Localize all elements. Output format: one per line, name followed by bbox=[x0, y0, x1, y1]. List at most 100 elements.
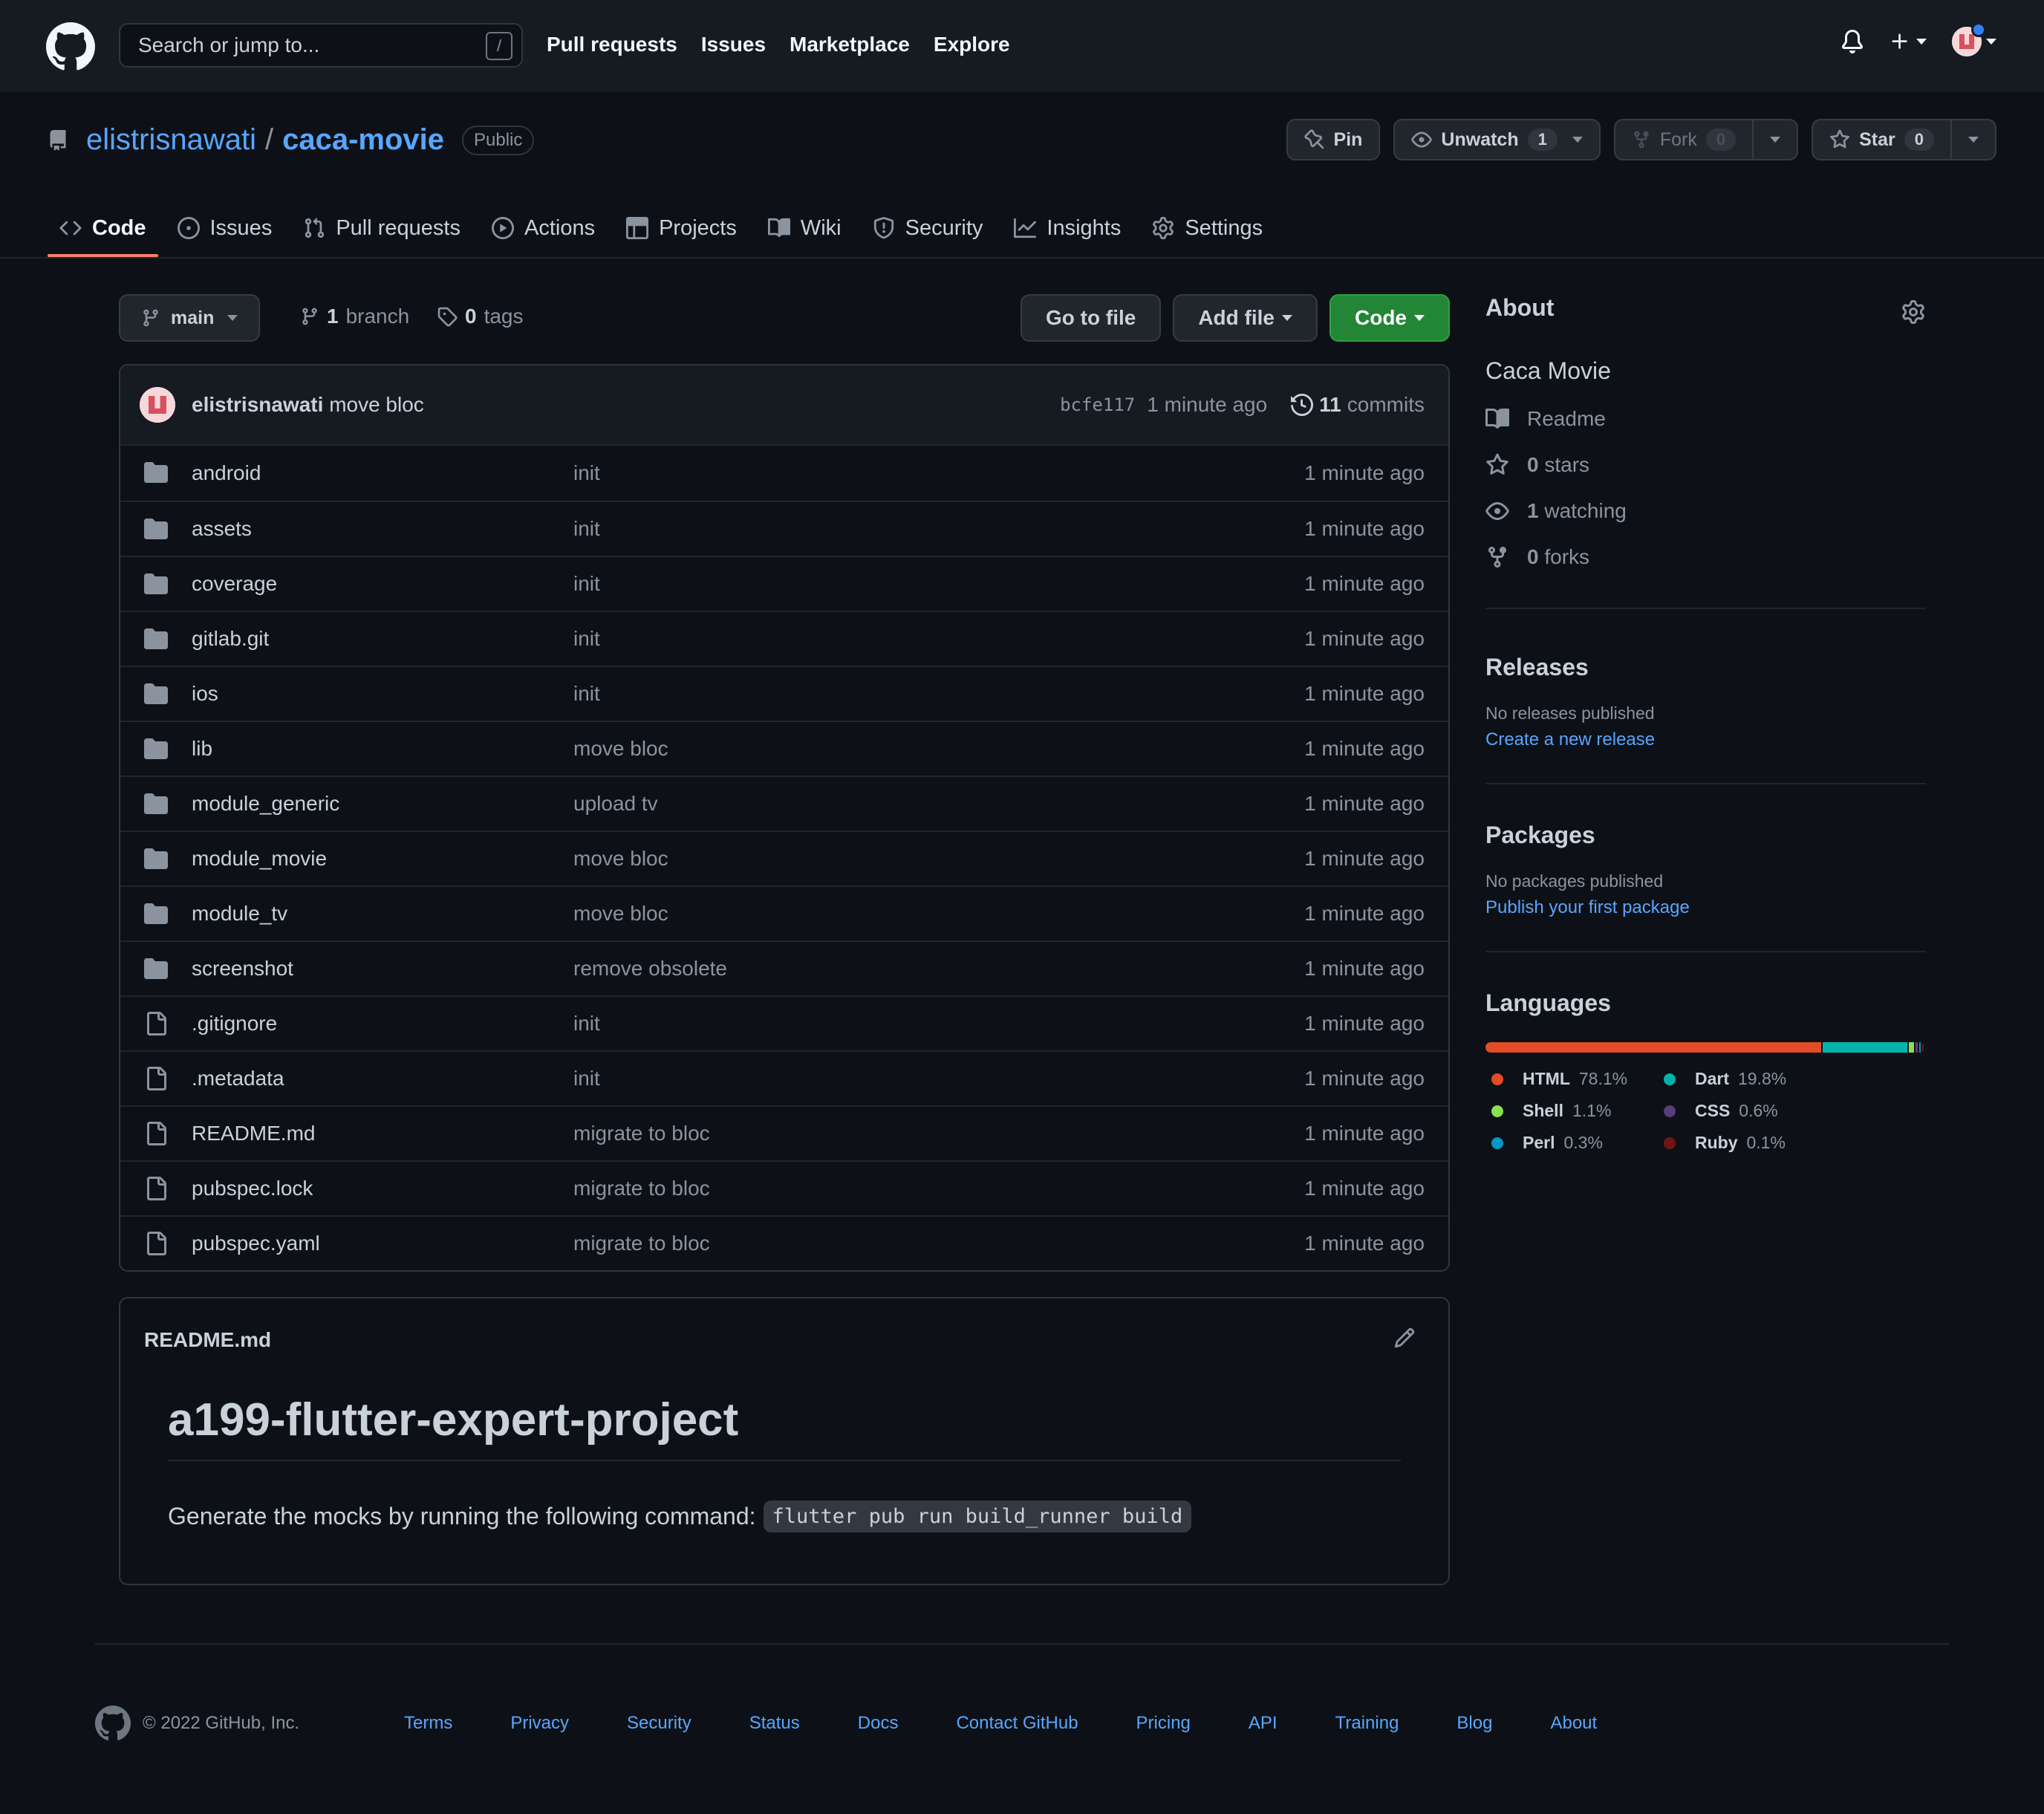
star-button[interactable]: Star 0 bbox=[1813, 120, 1950, 159]
footer-link[interactable]: Blog bbox=[1456, 1713, 1492, 1734]
tags-link[interactable]: 0 tags bbox=[437, 305, 524, 328]
footer-link[interactable]: Training bbox=[1335, 1713, 1399, 1734]
file-commit-message[interactable]: move bloc bbox=[573, 902, 668, 926]
nav-explore[interactable]: Explore bbox=[934, 33, 1010, 56]
file-commit-message[interactable]: init bbox=[573, 572, 600, 596]
language-item[interactable]: Ruby 0.1% bbox=[1658, 1133, 1881, 1153]
tab-projects[interactable]: Projects bbox=[614, 199, 749, 257]
file-commit-message[interactable]: init bbox=[573, 682, 600, 706]
file-commit-message[interactable]: init bbox=[573, 517, 600, 541]
file-name[interactable]: module_generic bbox=[192, 792, 339, 816]
file-name[interactable]: pubspec.yaml bbox=[192, 1232, 320, 1255]
file-name[interactable]: ios bbox=[192, 682, 218, 706]
notifications-bell-icon[interactable] bbox=[1840, 29, 1864, 54]
file-name[interactable]: .metadata bbox=[192, 1067, 284, 1090]
tab-security[interactable]: Security bbox=[861, 199, 995, 257]
file-commit-message[interactable]: init bbox=[573, 461, 600, 485]
user-menu[interactable] bbox=[1952, 22, 1996, 56]
file-row[interactable]: screenshot remove obsolete 1 minute ago bbox=[120, 940, 1448, 995]
code-button[interactable]: Code bbox=[1329, 294, 1450, 342]
footer-link[interactable]: Privacy bbox=[510, 1713, 569, 1734]
commits-link[interactable]: 11 commits bbox=[1291, 393, 1425, 417]
create-release-link[interactable]: Create a new release bbox=[1485, 729, 1925, 750]
forks-link[interactable]: 0 forks bbox=[1485, 545, 1925, 569]
language-item[interactable]: Perl 0.3% bbox=[1485, 1133, 1658, 1153]
file-commit-message[interactable]: remove obsolete bbox=[573, 957, 727, 981]
tab-pull-requests[interactable]: Pull requests bbox=[291, 199, 472, 257]
github-mark-icon[interactable] bbox=[95, 1706, 131, 1741]
tab-settings[interactable]: Settings bbox=[1140, 199, 1275, 257]
star-dropdown[interactable] bbox=[1952, 120, 1995, 159]
tab-insights[interactable]: Insights bbox=[1002, 199, 1133, 257]
file-commit-message[interactable]: migrate to bloc bbox=[573, 1232, 710, 1255]
add-file-button[interactable]: Add file bbox=[1173, 294, 1318, 342]
file-name[interactable]: .gitignore bbox=[192, 1012, 277, 1036]
avatar[interactable] bbox=[140, 387, 175, 423]
tab-issues[interactable]: Issues bbox=[166, 199, 284, 257]
file-row[interactable]: assets init 1 minute ago bbox=[120, 501, 1448, 556]
file-name[interactable]: gitlab.git bbox=[192, 627, 269, 651]
readme-link[interactable]: Readme bbox=[1485, 407, 1925, 431]
tab-wiki[interactable]: Wiki bbox=[756, 199, 853, 257]
file-name[interactable]: screenshot bbox=[192, 957, 293, 981]
file-commit-message[interactable]: init bbox=[573, 627, 600, 651]
file-name[interactable]: assets bbox=[192, 517, 252, 541]
language-item[interactable]: Shell 1.1% bbox=[1485, 1101, 1658, 1121]
commit-author[interactable]: elistrisnawati bbox=[192, 393, 323, 416]
nav-issues[interactable]: Issues bbox=[701, 33, 766, 56]
footer-link[interactable]: Docs bbox=[858, 1713, 899, 1734]
file-commit-message[interactable]: init bbox=[573, 1067, 600, 1090]
file-commit-message[interactable]: migrate to bloc bbox=[573, 1122, 710, 1145]
go-to-file-button[interactable]: Go to file bbox=[1021, 294, 1162, 342]
github-logo-icon[interactable] bbox=[46, 22, 95, 71]
file-name[interactable]: module_movie bbox=[192, 847, 327, 871]
footer-link[interactable]: Pricing bbox=[1136, 1713, 1191, 1734]
fork-dropdown[interactable] bbox=[1754, 120, 1797, 159]
file-name[interactable]: README.md bbox=[192, 1122, 315, 1145]
commit-message[interactable]: move bloc bbox=[329, 393, 424, 416]
gear-icon[interactable] bbox=[1901, 300, 1925, 324]
file-row[interactable]: .metadata init 1 minute ago bbox=[120, 1050, 1448, 1105]
file-commit-message[interactable]: upload tv bbox=[573, 792, 658, 816]
pin-button[interactable]: Pin bbox=[1286, 119, 1381, 160]
fork-button[interactable]: Fork 0 bbox=[1615, 120, 1752, 159]
file-row[interactable]: README.md migrate to bloc 1 minute ago bbox=[120, 1105, 1448, 1160]
packages-title[interactable]: Packages bbox=[1485, 822, 1925, 849]
file-row[interactable]: module_tv move bloc 1 minute ago bbox=[120, 885, 1448, 940]
file-row[interactable]: pubspec.lock migrate to bloc 1 minute ago bbox=[120, 1160, 1448, 1215]
publish-package-link[interactable]: Publish your first package bbox=[1485, 897, 1925, 918]
stars-link[interactable]: 0 stars bbox=[1485, 453, 1925, 477]
nav-marketplace[interactable]: Marketplace bbox=[790, 33, 910, 56]
pencil-icon[interactable] bbox=[1393, 1327, 1416, 1349]
file-row[interactable]: ios init 1 minute ago bbox=[120, 666, 1448, 721]
repo-name-link[interactable]: caca-movie bbox=[282, 123, 444, 157]
file-row[interactable]: android init 1 minute ago bbox=[120, 446, 1448, 501]
file-row[interactable]: module_movie move bloc 1 minute ago bbox=[120, 830, 1448, 885]
file-name[interactable]: coverage bbox=[192, 572, 277, 596]
file-commit-message[interactable]: move bloc bbox=[573, 737, 668, 761]
footer-link[interactable]: Status bbox=[749, 1713, 800, 1734]
releases-title[interactable]: Releases bbox=[1485, 654, 1925, 681]
tab-actions[interactable]: Actions bbox=[480, 199, 607, 257]
footer-link[interactable]: Contact GitHub bbox=[956, 1713, 1078, 1734]
file-row[interactable]: pubspec.yaml migrate to bloc 1 minute ago bbox=[120, 1215, 1448, 1270]
language-item[interactable]: Dart 19.8% bbox=[1658, 1069, 1881, 1089]
footer-link[interactable]: Security bbox=[627, 1713, 691, 1734]
file-row[interactable]: .gitignore init 1 minute ago bbox=[120, 995, 1448, 1050]
unwatch-button[interactable]: Unwatch 1 bbox=[1393, 119, 1601, 160]
branches-link[interactable]: 1 branch bbox=[300, 305, 409, 328]
language-item[interactable]: HTML 78.1% bbox=[1485, 1069, 1658, 1089]
file-row[interactable]: module_generic upload tv 1 minute ago bbox=[120, 776, 1448, 830]
branch-select-button[interactable]: main bbox=[119, 294, 261, 342]
tab-code[interactable]: Code bbox=[48, 199, 158, 257]
repo-owner-link[interactable]: elistrisnawati bbox=[86, 123, 256, 157]
commit-sha[interactable]: bcfe117 bbox=[1060, 394, 1135, 415]
footer-link[interactable]: Terms bbox=[404, 1713, 452, 1734]
file-row[interactable]: gitlab.git init 1 minute ago bbox=[120, 611, 1448, 666]
file-row[interactable]: coverage init 1 minute ago bbox=[120, 556, 1448, 611]
file-name[interactable]: lib bbox=[192, 737, 212, 761]
watching-link[interactable]: 1 watching bbox=[1485, 499, 1925, 523]
file-name[interactable]: pubspec.lock bbox=[192, 1177, 313, 1200]
file-name[interactable]: android bbox=[192, 461, 261, 485]
create-new-plus-icon[interactable] bbox=[1890, 31, 1927, 52]
